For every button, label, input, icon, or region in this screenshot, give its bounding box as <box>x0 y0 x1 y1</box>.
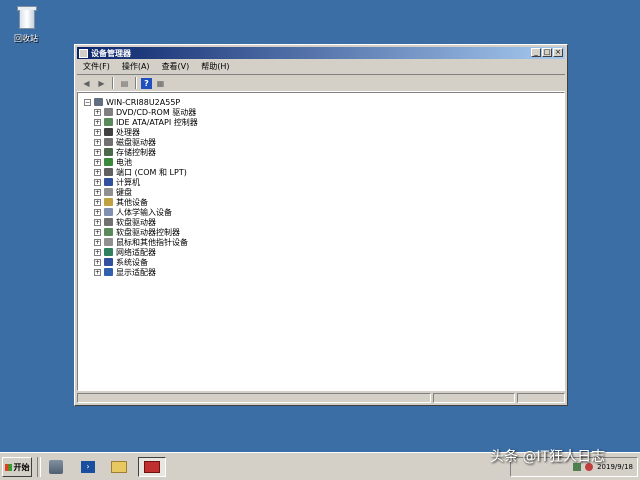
watermark: 头条 @IT狂人日志 <box>490 449 606 465</box>
toolbar: ◀ ▶ ▤ ? ▦ <box>77 74 565 92</box>
mouse-icon <box>104 238 113 246</box>
expand-icon[interactable]: + <box>94 188 101 196</box>
menu-view[interactable]: 查看(V) <box>156 61 196 73</box>
hid-icon <box>104 208 113 216</box>
menu-file[interactable]: 文件(F) <box>77 61 116 73</box>
recycle-bin-label: 回收站 <box>14 34 38 43</box>
start-button[interactable]: 开始 <box>2 457 32 477</box>
storage-controller-icon <box>104 148 113 156</box>
close-button[interactable]: × <box>553 48 563 57</box>
status-bar <box>77 393 565 403</box>
processor-icon <box>104 128 113 136</box>
expand-icon[interactable]: + <box>94 218 101 226</box>
toolbox-icon <box>144 461 160 473</box>
device-category-row[interactable]: + 鼠标和其他指针设备 <box>94 237 198 247</box>
floppy-drive-icon <box>104 218 113 226</box>
floppy-controller-icon <box>104 228 113 236</box>
expand-icon[interactable]: + <box>94 258 101 266</box>
port-icon <box>104 168 113 176</box>
device-tree: − WIN-CRI88U2A55P + DVD/CD-ROM 驱动器 + IDE AT… <box>77 92 565 391</box>
dvd-drive-icon <box>104 108 113 116</box>
maximize-button[interactable]: □ <box>542 48 552 57</box>
expand-icon[interactable]: + <box>94 198 101 206</box>
menu-help[interactable]: 帮助(H) <box>195 61 235 73</box>
other-devices-icon <box>104 198 113 206</box>
expand-icon[interactable]: + <box>94 168 101 176</box>
expand-icon[interactable]: + <box>94 208 101 216</box>
properties-icon[interactable]: ▦ <box>154 77 167 89</box>
expand-icon[interactable]: + <box>94 118 101 126</box>
computer-icon <box>104 178 113 186</box>
expand-icon[interactable]: + <box>94 228 101 236</box>
computer-icon <box>94 98 103 106</box>
expand-icon[interactable]: + <box>94 138 101 146</box>
menu-action[interactable]: 操作(A) <box>116 61 156 73</box>
expand-icon[interactable]: + <box>94 238 101 246</box>
battery-icon <box>104 158 113 166</box>
keyboard-icon <box>104 188 113 196</box>
device-category-row[interactable]: + 处理器 <box>94 127 198 137</box>
expand-icon[interactable]: + <box>94 128 101 136</box>
device-category-row[interactable]: + 软盘驱动器 <box>94 217 198 227</box>
device-category-row[interactable]: + IDE ATA/ATAPI 控制器 <box>94 117 198 127</box>
expand-icon[interactable]: + <box>94 108 101 116</box>
device-category-row[interactable]: + DVD/CD-ROM 驱动器 <box>94 107 198 117</box>
tree-root[interactable]: − WIN-CRI88U2A55P <box>84 97 180 107</box>
device-category-label: 显示适配器 <box>116 267 156 277</box>
show-hide-tree-icon[interactable]: ▤ <box>118 77 131 89</box>
explorer-button[interactable] <box>108 457 130 477</box>
display-adapter-icon <box>104 268 113 276</box>
back-arrow-icon[interactable]: ◀ <box>80 77 93 89</box>
device-category-row[interactable]: + 键盘 <box>94 187 198 197</box>
device-manager-task-button[interactable] <box>138 457 166 477</box>
app-icon <box>79 48 88 58</box>
expand-icon[interactable]: + <box>94 268 101 276</box>
expand-icon[interactable]: + <box>94 178 101 186</box>
disk-drive-icon <box>104 138 113 146</box>
title-bar[interactable]: 设备管理器 _ □ × <box>77 47 565 59</box>
forward-arrow-icon[interactable]: ▶ <box>95 77 108 89</box>
device-manager-window: 设备管理器 _ □ × 文件(F) 操作(A) 查看(V) 帮助(H) ◀ ▶ … <box>74 44 568 406</box>
device-category-row[interactable]: + 其他设备 <box>94 197 198 207</box>
help-icon[interactable]: ? <box>141 77 152 89</box>
window-title: 设备管理器 <box>91 48 131 58</box>
windows-logo-icon <box>4 463 12 471</box>
server-manager-icon <box>49 460 63 474</box>
device-category-row[interactable]: + 存储控制器 <box>94 147 198 157</box>
network-adapter-icon <box>104 248 113 256</box>
expand-icon[interactable]: + <box>94 158 101 166</box>
ide-controller-icon <box>104 118 113 126</box>
expand-icon[interactable]: + <box>94 248 101 256</box>
device-category-list: + DVD/CD-ROM 驱动器 + IDE ATA/ATAPI 控制器 + 处理器 + 磁盘… <box>94 107 198 277</box>
minimize-button[interactable]: _ <box>531 48 541 57</box>
recycle-bin-shortcut[interactable]: 回收站 <box>6 6 46 44</box>
device-category-row[interactable]: + 端口 (COM 和 LPT) <box>94 167 198 177</box>
menu-bar: 文件(F) 操作(A) 查看(V) 帮助(H) <box>77 61 565 73</box>
device-category-row[interactable]: + 软盘驱动器控制器 <box>94 227 198 237</box>
folder-icon <box>111 461 127 473</box>
computer-name: WIN-CRI88U2A55P <box>106 97 181 107</box>
device-category-row[interactable]: + 显示适配器 <box>94 267 198 277</box>
recycle-bin-icon <box>16 6 37 30</box>
device-category-row[interactable]: + 人体学输入设备 <box>94 207 198 217</box>
device-category-row[interactable]: + 系统设备 <box>94 257 198 267</box>
powershell-button[interactable]: › <box>77 457 99 477</box>
device-category-row[interactable]: + 网络适配器 <box>94 247 198 257</box>
device-category-row[interactable]: + 计算机 <box>94 177 198 187</box>
start-label: 开始 <box>13 462 30 472</box>
device-category-row[interactable]: + 磁盘驱动器 <box>94 137 198 147</box>
expand-icon[interactable]: + <box>94 148 101 156</box>
powershell-icon: › <box>81 461 95 473</box>
system-devices-icon <box>104 258 113 266</box>
device-category-row[interactable]: + 电池 <box>94 157 198 167</box>
server-manager-button[interactable] <box>45 457 67 477</box>
collapse-icon[interactable]: − <box>84 98 91 106</box>
